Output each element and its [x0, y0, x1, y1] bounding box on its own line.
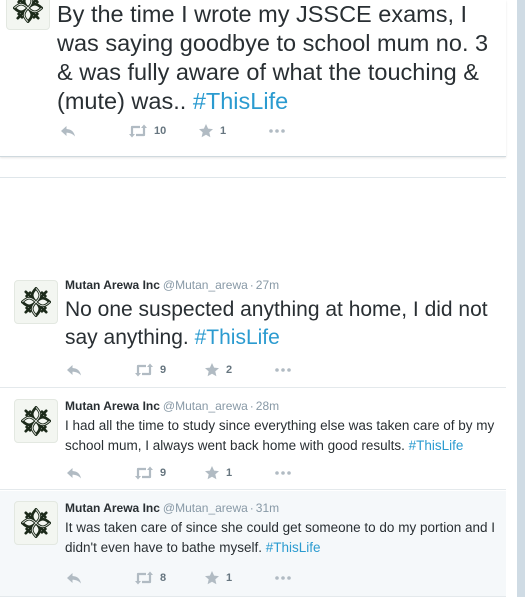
- tweet-header: Mutan Arewa Inc @Mutan_arewa · 28m: [65, 399, 279, 413]
- tweet-item[interactable]: Mutan Arewa Inc @Mutan_arewa · 31m It was t…: [0, 491, 506, 597]
- more-dots-icon: [274, 575, 292, 581]
- expanded-tweet[interactable]: By the time I wrote my JSSCE exams, I wa…: [0, 0, 506, 157]
- author-handle[interactable]: @Mutan_arewa: [163, 501, 248, 515]
- arewa-knot-logo-icon[interactable]: [6, 0, 50, 30]
- tweet-text: No one suspected anything at home, I did…: [65, 296, 505, 352]
- tweet-item[interactable]: Mutan Arewa Inc @Mutan_arewa · 27m No one s…: [0, 266, 506, 388]
- tweet-timestamp[interactable]: 31m: [256, 501, 279, 515]
- reply-icon: [60, 123, 76, 139]
- retweet-icon: [128, 123, 148, 139]
- reply-button[interactable]: [66, 362, 82, 378]
- retweet-icon: [134, 570, 154, 586]
- author-handle[interactable]: @Mutan_arewa: [163, 399, 248, 413]
- star-icon: [198, 123, 214, 139]
- hashtag-link[interactable]: #ThisLife: [195, 326, 280, 349]
- star-icon: [204, 465, 220, 481]
- star-icon: [204, 570, 220, 586]
- retweet-button[interactable]: 9: [134, 362, 166, 378]
- tweet-text: By the time I wrote my JSSCE exams, I wa…: [57, 0, 497, 116]
- reply-icon: [66, 362, 82, 378]
- hashtag-link[interactable]: #ThisLife: [193, 88, 288, 114]
- author-name[interactable]: Mutan Arewa Inc: [65, 399, 160, 413]
- more-button[interactable]: [268, 123, 286, 139]
- tweet-timestamp[interactable]: 28m: [256, 399, 279, 413]
- author-handle[interactable]: @Mutan_arewa: [163, 278, 248, 292]
- favorite-button[interactable]: 1: [204, 465, 232, 481]
- arewa-knot-logo-icon[interactable]: [14, 280, 58, 324]
- more-button[interactable]: [274, 570, 292, 586]
- favorite-button[interactable]: 1: [198, 123, 226, 139]
- reply-icon: [66, 570, 82, 586]
- tweet-timestamp[interactable]: 27m: [256, 278, 279, 292]
- reply-icon: [66, 465, 82, 481]
- retweet-count: 9: [160, 364, 167, 376]
- favorite-count: 1: [226, 467, 233, 479]
- hashtag-link[interactable]: #ThisLife: [266, 540, 321, 555]
- tweet-text: I had all the time to study since everyt…: [65, 416, 510, 456]
- more-dots-icon: [268, 128, 286, 134]
- more-dots-icon: [274, 367, 292, 373]
- author-name[interactable]: Mutan Arewa Inc: [65, 501, 160, 515]
- separator-dot: ·: [249, 278, 254, 292]
- reply-button[interactable]: [66, 570, 82, 586]
- more-button[interactable]: [274, 362, 292, 378]
- retweet-button[interactable]: 10: [128, 123, 166, 139]
- retweet-button[interactable]: 8: [134, 570, 166, 586]
- arewa-knot-logo-icon[interactable]: [14, 399, 58, 443]
- favorite-count: 1: [226, 572, 233, 584]
- timeline: By the time I wrote my JSSCE exams, I wa…: [0, 0, 525, 597]
- tweet-item[interactable]: Mutan Arewa Inc @Mutan_arewa · 28m I had al…: [0, 389, 506, 490]
- arewa-knot-logo-icon[interactable]: [14, 501, 58, 545]
- tweet-header: Mutan Arewa Inc @Mutan_arewa · 31m: [65, 501, 279, 515]
- more-button[interactable]: [274, 465, 292, 481]
- retweet-button[interactable]: 9: [134, 465, 166, 481]
- author-name[interactable]: Mutan Arewa Inc: [65, 278, 160, 292]
- tweet-text: It was taken care of since she could get…: [65, 518, 510, 558]
- retweet-count: 10: [154, 125, 167, 137]
- reply-button[interactable]: [66, 465, 82, 481]
- tweet-header: Mutan Arewa Inc @Mutan_arewa · 27m: [65, 278, 279, 292]
- favorite-count: 2: [226, 364, 233, 376]
- separator-dot: ·: [249, 399, 254, 413]
- retweet-icon: [134, 362, 154, 378]
- retweet-count: 8: [160, 572, 167, 584]
- favorite-count: 1: [220, 125, 227, 137]
- more-dots-icon: [274, 470, 292, 476]
- favorite-button[interactable]: 1: [204, 570, 232, 586]
- reply-button[interactable]: [60, 123, 76, 139]
- divider: [0, 177, 506, 178]
- separator-dot: ·: [249, 501, 254, 515]
- retweet-icon: [134, 465, 154, 481]
- star-icon: [204, 362, 220, 378]
- retweet-count: 9: [160, 467, 167, 479]
- scrollbar-track[interactable]: [517, 0, 525, 597]
- favorite-button[interactable]: 2: [204, 362, 232, 378]
- hashtag-link[interactable]: #ThisLife: [409, 438, 464, 453]
